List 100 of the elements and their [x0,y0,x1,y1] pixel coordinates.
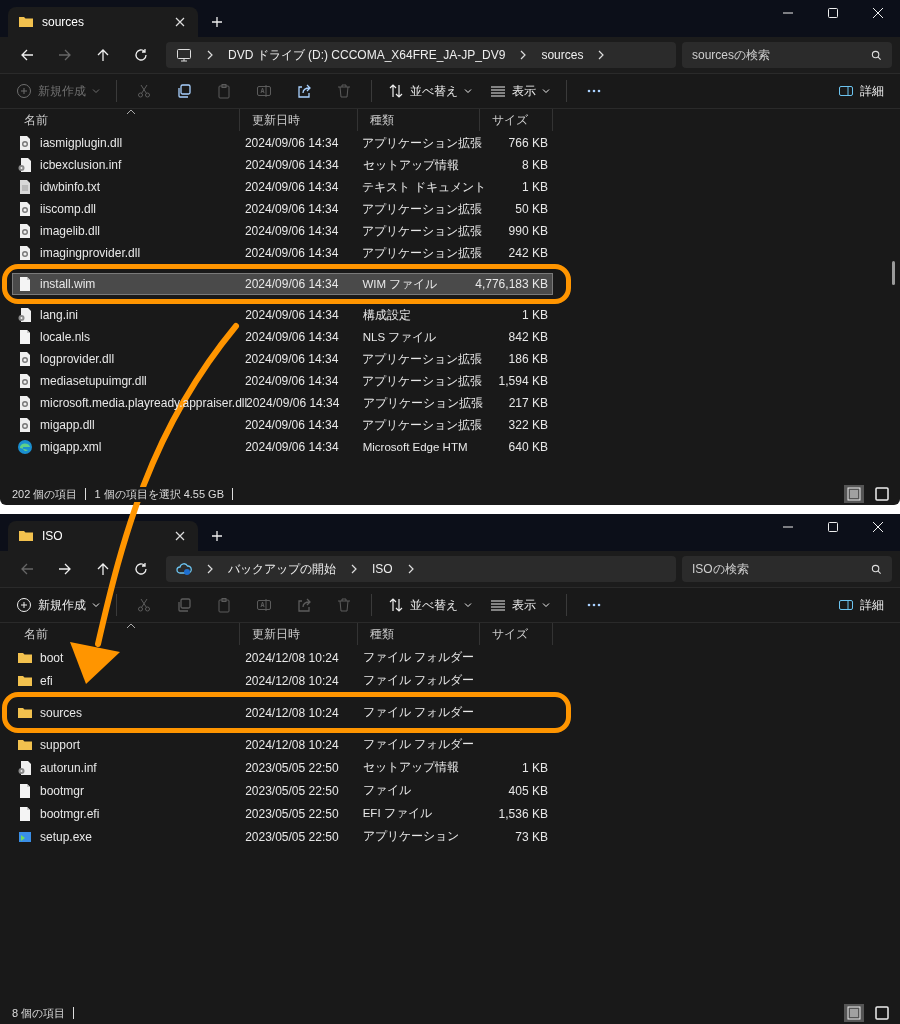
text-document-icon [17,179,33,195]
column-header[interactable]: 名前 [12,109,240,131]
column-header[interactable]: 更新日時 [240,623,358,645]
new-button[interactable]: 新規作成 [10,591,106,619]
trash-icon [336,83,352,99]
file-size: 842 KB [508,330,548,344]
file-type: アプリケーション [362,829,459,844]
rename-icon [256,83,272,99]
date-modified: 2024/12/08 10:24 [245,737,339,752]
file-row[interactable]: idwbinfo.txt 2024/09/06 14:34 テキスト ドキュメント 1 KB [12,176,553,198]
item-count: 202 個の項目 [12,486,78,502]
breadcrumb-item[interactable]: DVD ドライブ (D:) CCCOMA_X64FRE_JA-JP_DV9 [228,46,506,64]
plus-icon [211,530,223,542]
date-modified: 2024/09/06 14:34 [246,396,340,410]
close-icon [872,522,883,532]
file-row[interactable]: migapp.dll 2024/09/06 14:34 アプリケーション拡張 322 KB [12,414,553,436]
search-field[interactable]: ISOの検索 [682,556,892,582]
caret-icon [464,88,472,94]
file-row[interactable]: autorun.inf 2023/05/05 22:50 セットアップ情報 1 KB [12,756,553,779]
file-name: imagelib.dll [40,224,101,238]
file-row[interactable]: migapp.xml 2024/09/06 14:34 Microsoft Edge HTM 640 KB [12,436,553,458]
file-row[interactable]: iiscomp.dll 2024/09/06 14:34 アプリケーション拡張 50 KB [12,198,553,220]
sort-button[interactable]: 並べ替え [382,591,478,619]
file-row[interactable]: locale.nls 2024/09/06 14:34 NLS ファイル 842 KB [12,326,553,348]
details-pane-button[interactable]: 詳細 [832,77,890,105]
list-view-icon [847,1006,861,1020]
file-row[interactable]: iasmigplugin.dll 2024/09/06 14:34 アプリケーション拡張 766 KB [12,132,553,154]
address-bar[interactable]: DVD ドライブ (D:) CCCOMA_X64FRE_JA-JP_DV9 sources [166,42,676,68]
file-row[interactable]: install.wim 2024/09/06 14:34 WIM ファイル 4,776,183 KB [12,273,553,295]
trash-icon [336,597,352,613]
file-row[interactable]: bootmgr.efi 2023/05/05 22:50 EFI ファイル 1,536 KB [12,802,553,825]
file-type: テキスト ドキュメント [362,179,486,195]
breadcrumb-item[interactable]: バックアップの開始 [228,560,336,578]
file-size: 405 KB [508,783,548,798]
square-icon [875,487,889,501]
file-size: 640 KB [508,440,548,454]
file-type: ファイル フォルダー [362,673,474,688]
scrollbar-thumb[interactable] [892,261,895,285]
file-name: boot [40,650,64,665]
window-tab[interactable]: ISO [8,521,198,551]
file-size: 50 KB [515,202,548,216]
chevron-icon [350,564,358,574]
file-row[interactable]: sources 2024/12/08 10:24 ファイル フォルダー [12,701,553,724]
column-header[interactable]: 種類 [358,623,480,645]
column-header[interactable]: サイズ [480,109,553,131]
column-header[interactable]: 更新日時 [240,109,358,131]
window-tab[interactable]: sources [8,7,198,37]
file-row[interactable]: lang.ini 2024/09/06 14:34 構成設定 1 KB [12,304,553,326]
file-row[interactable]: icbexclusion.inf 2024/09/06 14:34 セットアップ情報 8 KB [12,154,553,176]
file-row[interactable]: efi 2024/12/08 10:24 ファイル フォルダー [12,669,553,692]
right-arrow-icon [58,48,72,62]
details-pane-button[interactable]: 詳細 [832,591,890,619]
file-row[interactable]: setup.exe 2023/05/05 22:50 アプリケーション 73 KB [12,825,553,848]
chevron-icon [519,50,528,60]
file-size: 1,594 KB [498,374,548,388]
column-header[interactable]: 種類 [358,109,480,131]
details-view-button[interactable] [844,1004,864,1022]
date-modified: 2024/09/06 14:34 [245,158,339,172]
column-header[interactable]: サイズ [480,623,553,645]
file-type: アプリケーション拡張 [362,395,483,411]
breadcrumb-item[interactable]: sources [541,48,584,62]
tiles-view-button[interactable] [872,485,892,503]
file-name: setup.exe [40,829,93,844]
file-row[interactable]: logprovider.dll 2024/09/06 14:34 アプリケーション拡張 186 KB [12,348,553,370]
search-field[interactable]: sourcesの検索 [682,42,892,68]
document-gear-icon [17,135,33,151]
date-modified: 2023/05/05 22:50 [245,783,339,798]
file-name: bootmgr [40,783,85,798]
search-icon [871,564,882,575]
file-size: 73 KB [515,829,548,844]
file-row[interactable]: bootmgr 2023/05/05 22:50 ファイル 405 KB [12,779,553,802]
left-arrow-icon [20,562,34,576]
sort-button[interactable]: 並べ替え [382,77,478,105]
caret-icon [542,88,550,94]
tiles-view-button[interactable] [872,1004,892,1022]
file-row[interactable]: imagingprovider.dll 2024/09/06 14:34 アプリケーション拡張 242 KB [12,242,553,264]
refresh-icon [134,562,148,576]
document-icon [17,805,33,822]
address-bar[interactable]: バックアップの開始 ISO [166,556,676,582]
file-name: lang.ini [40,308,79,322]
file-row[interactable]: mediasetupuimgr.dll 2024/09/06 14:34 アプリケーション拡張 1,594 KB [12,370,553,392]
document-gear-icon [17,307,33,323]
cloud-icon [176,561,192,577]
file-row[interactable]: support 2024/12/08 10:24 ファイル フォルダー [12,733,553,756]
scissors-icon [136,83,152,99]
sort-arrows-icon [388,83,404,99]
details-view-button[interactable] [844,485,864,503]
file-size: 1 KB [521,760,548,775]
caret-icon [92,88,100,94]
view-button[interactable]: 表示 [484,77,556,105]
file-name: migapp.dll [40,418,95,432]
document-gear-icon [17,395,33,411]
search-icon [871,50,882,61]
breadcrumb-item[interactable]: ISO [372,562,393,576]
file-row[interactable]: imagelib.dll 2024/09/06 14:34 アプリケーション拡張 990 KB [12,220,553,242]
file-size: 1 KB [521,180,548,194]
share-icon [296,597,312,613]
file-name: efi [40,673,53,688]
file-row[interactable]: boot 2024/12/08 10:24 ファイル フォルダー [12,646,553,669]
view-button[interactable]: 表示 [484,591,556,619]
